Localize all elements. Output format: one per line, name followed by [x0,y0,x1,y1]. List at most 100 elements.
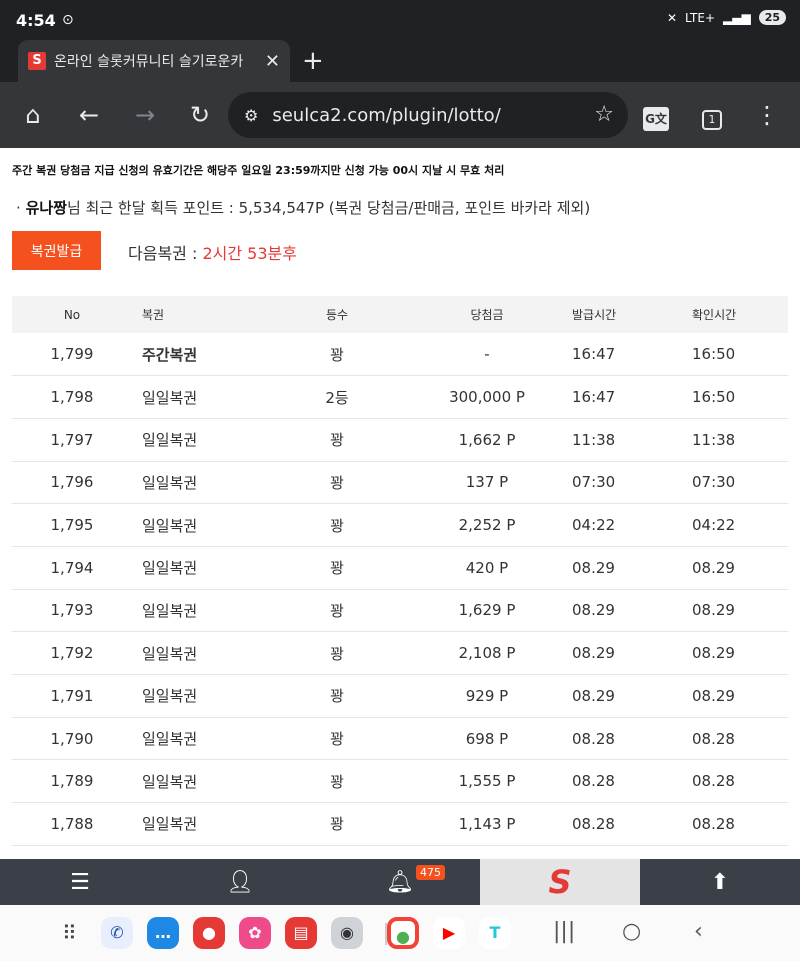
status-bar: 4:54 ⊙ ✕ LTE+ ▂▄▆ 25 [0,0,800,40]
row-issue-time: 11:38 [547,418,667,462]
points-text: 님 최근 한달 획득 포인트 : 5,534,547P (복권 당첨금/판매금,… [66,199,591,217]
row-no: 1,791 [12,674,132,718]
address-bar[interactable]: ⚙ seulca2.com/plugin/lotto/ ☆ [228,92,628,138]
row-rank: 꽝 [247,503,427,547]
site-settings-icon[interactable]: ⚙ [244,106,258,125]
site-favicon-icon: S [28,52,46,70]
row-prize: 1,629 P [427,589,547,633]
row-prize: 1,662 P [427,418,547,462]
forward-icon[interactable]: → [130,100,160,130]
row-no: 1,789 [12,759,132,804]
user-icon[interactable]: 👤︎ [160,859,320,905]
tab-switcher-button[interactable]: 1 [697,100,727,130]
next-lotto-timer: 다음복권 : 2시간 53분후 [128,240,297,264]
row-issue-time: 08.28 [547,802,667,846]
row-prize: 929 P [427,674,547,718]
signal-icon: ▂▄▆ [723,10,751,25]
row-issue-time: 04:22 [547,503,667,547]
reload-icon[interactable]: ↻ [185,100,215,130]
issue-lotto-button[interactable]: 복권발급 [12,231,101,270]
row-check-time: 11:38 [667,418,788,462]
chrome-app-icon[interactable]: ● [387,917,419,949]
row-prize: 300,000 P [427,375,547,419]
row-rank: 꽝 [247,418,427,462]
table-row: 1,790 일일복권 꽝 698 P 08.28 08.28 [12,717,788,761]
next-lotto-value: 2시간 53분후 [202,244,297,263]
points-username: 유나짱 [25,199,67,217]
header-rank: 등수 [247,296,427,333]
status-icons: ✕ LTE+ ▂▄▆ 25 [667,10,786,25]
new-tab-icon[interactable]: + [302,46,324,76]
header-lotto: 복권 [132,296,247,333]
messages-app-icon[interactable]: … [147,917,179,949]
menu-icon[interactable]: ☰ [0,859,160,905]
points-bullet: · [16,199,21,217]
gallery-app-icon[interactable]: ✿ [239,917,271,949]
url-text[interactable]: seulca2.com/plugin/lotto/ [272,105,500,126]
close-tab-icon[interactable]: ✕ [265,51,280,72]
scroll-top-icon[interactable]: ⬆ [640,859,800,905]
battery-indicator: 25 [758,10,786,25]
row-check-time: 08.29 [667,546,788,590]
youtube-app-icon[interactable]: ▶ [433,917,465,949]
table-row: 1,795 일일복권 꽝 2,252 P 04:22 04:22 [12,503,788,547]
header-check-time: 확인시간 [667,296,788,333]
row-lotto-type: 일일복권 [132,503,247,547]
row-lotto-type: 일일복권 [132,461,247,505]
phone-app-icon[interactable]: ✆ [101,917,133,949]
browser-tab[interactable]: S 온라인 슬롯커뮤니티 슬기로운카 ✕ [18,40,290,82]
home-nav-icon[interactable]: ○ [622,919,641,944]
row-check-time: 04:22 [667,503,788,547]
table-row: 1,798 일일복권 2등 300,000 P 16:47 16:50 [12,375,788,419]
row-rank: 꽝 [247,674,427,718]
table-row: 1,799 주간복권 꽝 -16:47 16:50 [12,333,788,377]
back-nav-icon[interactable]: ‹ [694,919,703,944]
table-header-row: No 복권 등수 당첨금 발급시간 확인시간 [12,296,788,333]
row-prize: 1,555 P [427,759,547,804]
row-rank: 2등 [247,375,427,419]
header-issue-time: 발급시간 [547,296,667,333]
row-prize: 420 P [427,546,547,590]
row-no: 1,792 [12,631,132,675]
row-lotto-type: 일일복권 [132,418,247,462]
tab-title: 온라인 슬롯커뮤니티 슬기로운카 [54,54,244,70]
back-icon[interactable]: ← [74,100,104,130]
camera-app-icon[interactable]: ◉ [331,917,363,949]
row-lotto-type: 일일복권 [132,631,247,675]
row-no: 1,798 [12,375,132,419]
row-lotto-type: 일일복권 [132,759,247,804]
more-menu-icon[interactable]: ⋮ [752,100,782,130]
translate-icon[interactable]: G文 [641,100,671,131]
mute-icon: ✕ [666,10,677,25]
row-issue-time: 08.29 [547,589,667,633]
row-check-time: 08.28 [667,802,788,846]
row-rank: 꽝 [247,802,427,846]
table-row: 1,796 일일복권 꽝 137 P 07:30 07:30 [12,461,788,505]
row-rank: 꽝 [247,631,427,675]
row-issue-time: 16:47 [547,333,667,377]
bookmark-star-icon[interactable]: ☆ [594,102,614,127]
network-label: LTE+ [685,10,715,25]
table-body: 1,799 주간복권 꽝 -16:47 16:50 1,798 일일복권 2등 300,000 … [12,333,788,846]
notes-app-icon[interactable]: ▤ [285,917,317,949]
contacts-app-icon[interactable]: ● [193,917,225,949]
row-issue-time: 08.28 [547,759,667,804]
row-rank: 꽝 [247,589,427,633]
row-prize: - [427,333,547,377]
table-row: 1,793 일일복권 꽝 1,629 P 08.29 08.29 [12,589,788,633]
recents-nav-icon[interactable]: ||| [553,919,575,944]
table-row: 1,789 일일복권 꽝 1,555 P 08.28 08.28 [12,759,788,804]
row-no: 1,788 [12,802,132,846]
row-issue-time: 16:47 [547,375,667,419]
row-no: 1,790 [12,717,132,761]
row-issue-time: 08.29 [547,674,667,718]
row-prize: 2,108 P [427,631,547,675]
app-drawer-icon[interactable]: ⠿ [62,921,77,945]
row-prize: 698 P [427,717,547,761]
t-app-icon[interactable]: T [479,917,511,949]
notification-bell-icon[interactable]: 🔔︎ 475 [320,859,480,905]
site-logo[interactable]: S [480,859,640,905]
row-rank: 꽝 [247,759,427,804]
site-bottom-nav: ☰ 👤︎ 🔔︎ 475 S ⬆ [0,859,800,905]
home-icon[interactable]: ⌂ [18,100,48,130]
